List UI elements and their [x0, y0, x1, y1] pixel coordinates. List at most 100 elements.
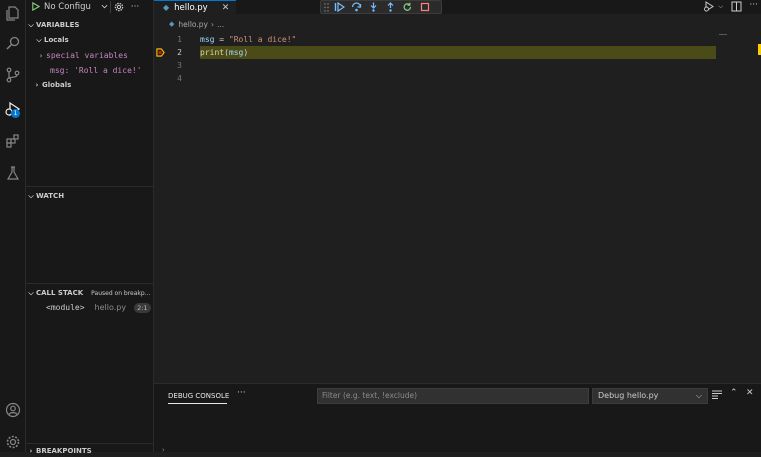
close-icon[interactable]: ✕	[222, 3, 230, 13]
stop-icon[interactable]	[416, 1, 433, 13]
debug-console-label: DEBUG CONSOLE	[168, 392, 230, 400]
breadcrumb-file[interactable]: hello.py	[178, 20, 208, 29]
code-line-1[interactable]: 1 msg = "Roll a dice!"	[154, 33, 761, 46]
globals-scope[interactable]: › Globals	[32, 79, 72, 91]
debug-toolbar	[320, 0, 442, 14]
more-actions-icon[interactable]: ···	[749, 0, 758, 10]
chevron-down-icon: ⌵	[28, 191, 34, 200]
breadcrumb: ◆ hello.py › ...	[169, 18, 224, 30]
breakpoints-title: BREAKPOINTS	[36, 447, 92, 455]
python-file-icon: ◆	[163, 3, 170, 12]
divider	[26, 443, 153, 444]
python-file-icon: ◆	[169, 20, 175, 28]
restart-icon[interactable]	[399, 1, 416, 13]
testing-icon[interactable]	[0, 160, 26, 186]
code-token: msg	[228, 48, 244, 57]
bottom-panel: DEBUG CONSOLE ··· Filter (e.g. text, !ex…	[154, 383, 761, 454]
watch-title: WATCH	[36, 192, 65, 200]
account-icon[interactable]	[0, 397, 26, 423]
chevron-down-icon: ⌵	[695, 391, 702, 400]
watch-section-header[interactable]: ⌵ WATCH	[26, 190, 64, 202]
tab-debug-console[interactable]: DEBUG CONSOLE	[168, 392, 229, 404]
debug-session-select[interactable]: Debug hello.py ⌵	[592, 388, 708, 404]
chevron-down-icon: ⌵	[36, 35, 42, 44]
more-actions-icon[interactable]: ···	[127, 2, 143, 12]
activity-bar: 1	[0, 0, 26, 452]
divider	[26, 283, 153, 284]
code-token: )	[243, 48, 249, 57]
code-token: print	[200, 48, 225, 57]
tab-hello-py[interactable]: ◆ hello.py ✕	[154, 0, 236, 14]
open-launch-json-button[interactable]	[111, 2, 127, 12]
chevron-right-icon: ›	[38, 51, 44, 60]
continue-icon[interactable]	[331, 1, 348, 13]
debug-sidebar: No Configu ··· ⌵ VARIABLES ⌵ Locals › sp…	[26, 0, 154, 455]
special-variables-item[interactable]: › special variables	[36, 49, 128, 62]
step-over-icon[interactable]	[348, 1, 365, 13]
extensions-icon[interactable]	[0, 128, 26, 154]
chevron-down-icon	[101, 4, 108, 9]
code-text: msg = "Roll a dice!"	[200, 33, 296, 46]
call-stack-frame[interactable]: <module> hello.py 2:1	[46, 301, 151, 314]
chevron-down-icon: ⌵	[28, 288, 34, 297]
debug-config-bar: No Configu ···	[26, 0, 154, 13]
chevron-right-icon: ›	[210, 19, 214, 29]
locals-scope[interactable]: ⌵ Locals	[34, 34, 68, 46]
run-python-file-button[interactable]: ⌵	[704, 1, 723, 12]
code-line-2[interactable]: 2 print(msg)	[154, 46, 761, 59]
line-number: 3	[177, 61, 182, 70]
special-variables-label: special variables	[46, 51, 128, 60]
variables-section-header[interactable]: ⌵ VARIABLES	[26, 19, 79, 31]
debug-config-select[interactable]: No Configu	[44, 2, 110, 12]
tab-label: hello.py	[174, 2, 208, 13]
frame-name: <module>	[46, 303, 85, 312]
chevron-down-icon: ⌵	[718, 2, 723, 10]
console-filter-input[interactable]: Filter (e.g. text, !exclude)	[317, 388, 589, 404]
console-prompt-icon: ›	[162, 446, 165, 454]
tab-bar: ◆ hello.py ✕ ⌵ ···	[154, 0, 761, 14]
frame-line-badge: 2:1	[134, 302, 151, 313]
code-token: msg	[200, 35, 215, 44]
debug-session-value: Debug hello.py	[598, 391, 659, 400]
code-token: =	[214, 35, 229, 44]
msg-variable-item[interactable]: msg: 'Roll a dice!'	[50, 64, 142, 77]
callstack-title: CALL STACK	[36, 289, 84, 297]
explorer-icon[interactable]	[0, 0, 26, 26]
breakpoints-section-header[interactable]: › BREAKPOINTS	[26, 445, 92, 457]
variables-title: VARIABLES	[36, 21, 80, 29]
msg-variable-label: msg: 'Roll a dice!'	[50, 66, 142, 75]
maximize-panel-icon[interactable]: ⌃	[730, 388, 738, 398]
run-badge: 1	[11, 109, 20, 118]
debug-config-label: No Configu	[44, 1, 91, 12]
chevron-down-icon: ⌵	[28, 20, 34, 29]
search-icon[interactable]	[0, 30, 26, 56]
chevron-right-icon: ›	[29, 447, 33, 455]
step-into-icon[interactable]	[365, 1, 382, 13]
code-text: print(msg)	[200, 46, 248, 59]
callstack-section-header[interactable]: ⌵ CALL STACK Paused on breakp...	[26, 287, 154, 299]
more-actions-icon[interactable]: ···	[237, 388, 246, 398]
code-line-4[interactable]: 4	[154, 72, 761, 85]
active-tab-indicator	[168, 403, 227, 404]
source-control-icon[interactable]	[0, 62, 26, 88]
close-icon[interactable]: ✕	[746, 388, 754, 398]
callstack-status: Paused on breakp...	[91, 289, 151, 297]
chevron-right-icon: ›	[35, 81, 39, 89]
code-token: "Roll a dice!"	[228, 35, 297, 44]
code-line-3[interactable]: 3	[154, 59, 761, 72]
editor-area: ◆ hello.py ✕ ⌵ ··· ◆ hello.py › ... 1 ms…	[154, 0, 761, 383]
step-out-icon[interactable]	[382, 1, 399, 13]
line-number: 2	[177, 48, 182, 57]
split-editor-icon[interactable]	[731, 1, 742, 12]
manage-gear-icon[interactable]	[0, 429, 26, 455]
breadcrumb-more[interactable]: ...	[217, 20, 224, 29]
divider	[26, 186, 153, 187]
start-debugging-button[interactable]	[26, 2, 44, 11]
frame-file: hello.py	[94, 303, 127, 312]
minimap-mark	[719, 34, 727, 35]
line-number: 4	[177, 74, 182, 83]
globals-label: Globals	[42, 81, 72, 89]
clear-console-icon[interactable]	[712, 390, 722, 399]
line-number: 1	[177, 35, 182, 44]
drag-handle-icon[interactable]	[321, 1, 331, 13]
